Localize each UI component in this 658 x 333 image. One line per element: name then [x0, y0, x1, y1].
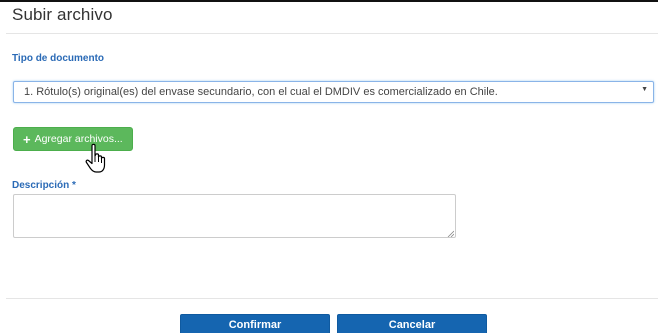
plus-icon: +	[23, 131, 31, 147]
caret-down-icon: ▼	[641, 86, 648, 93]
description-textarea[interactable]	[13, 194, 456, 238]
add-files-button[interactable]: + Agregar archivos...	[13, 127, 133, 151]
document-type-selected-value: 1. Rótulo(s) original(es) del envase sec…	[24, 86, 498, 98]
document-type-select[interactable]: 1. Rótulo(s) original(es) del envase sec…	[13, 81, 654, 103]
header-divider	[6, 33, 658, 34]
confirm-button[interactable]: Confirmar	[180, 314, 330, 333]
resize-grip-icon[interactable]	[447, 230, 454, 237]
cancel-button[interactable]: Cancelar	[337, 314, 487, 333]
document-type-label: Tipo de documento	[12, 53, 105, 64]
upload-modal: Subir archivo Tipo de documento 1. Rótul…	[0, 0, 658, 333]
description-label: Descripción *	[12, 180, 76, 191]
modal-title: Subir archivo	[12, 5, 113, 24]
add-files-button-label: Agregar archivos...	[34, 133, 123, 145]
footer-divider	[6, 298, 658, 299]
